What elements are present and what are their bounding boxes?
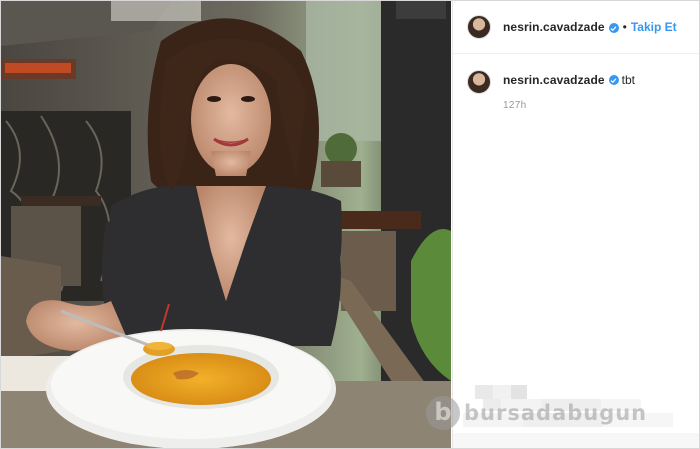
post-header: nesrin.cavadzade • Takip Et [453,1,699,54]
follow-button[interactable]: Takip Et [631,20,677,34]
caption-text: tbt [621,73,635,87]
username-link[interactable]: nesrin.cavadzade [503,20,605,34]
avatar[interactable] [467,15,491,39]
instagram-post-modal: nesrin.cavadzade • Takip Et nesrin.cavad… [0,0,700,449]
caption-comment: nesrin.cavadzade tbt 127h [453,54,699,114]
post-photo-image [1,1,451,448]
verified-badge-icon [608,75,619,85]
post-photo[interactable] [1,1,451,448]
post-timestamp[interactable]: 127h [503,98,635,114]
post-details-panel: nesrin.cavadzade • Takip Et nesrin.cavad… [452,1,699,448]
separator-dot: • [622,20,627,34]
pixelated-blur-region [453,383,699,448]
caption-body: nesrin.cavadzade tbt 127h [503,72,635,114]
caption-username-link[interactable]: nesrin.cavadzade [503,73,605,87]
caption-avatar[interactable] [467,70,491,94]
caption-line: nesrin.cavadzade tbt [503,72,635,88]
verified-badge-icon [608,23,619,33]
